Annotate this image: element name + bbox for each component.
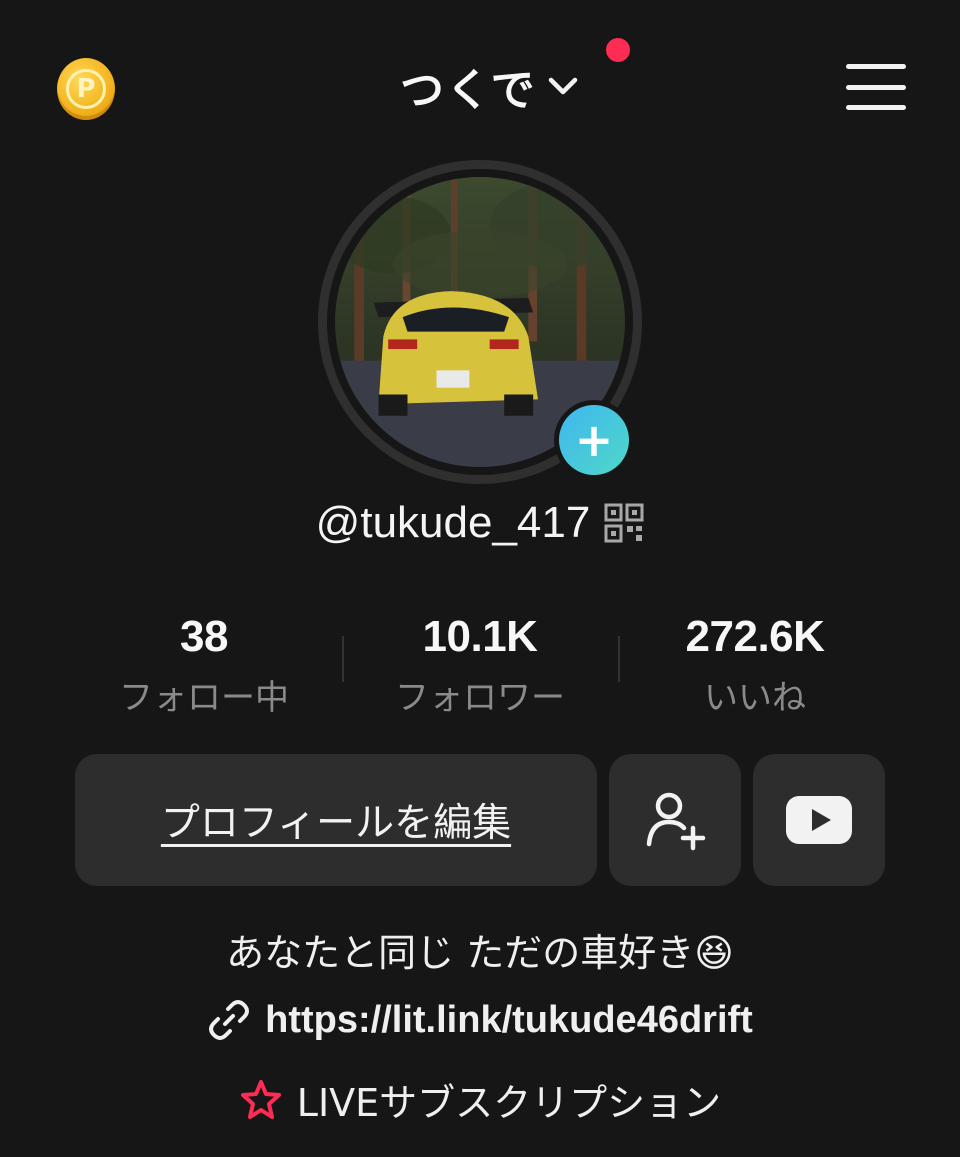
account-switcher[interactable]: つくで [400, 58, 581, 116]
account-name: つくで [400, 65, 537, 116]
bio-link-row[interactable]: https://lit.link/tukude46drift [0, 998, 960, 1042]
add-friend-icon [646, 792, 706, 851]
youtube-icon [786, 796, 852, 844]
likes-stat[interactable]: 272.6K いいね [625, 612, 885, 719]
qr-code-icon[interactable] [604, 503, 644, 543]
live-subscription-label: LIVEサブスクリプション [296, 1081, 722, 1125]
notification-dot [606, 38, 630, 62]
top-bar: P つくで [0, 0, 960, 170]
followers-count: 10.1K [422, 612, 538, 661]
edit-profile-label: プロフィールを編集 [160, 801, 512, 846]
likes-label: いいね [704, 678, 806, 718]
followers-label: フォロワー [395, 678, 565, 718]
add-story-button[interactable]: + [554, 400, 634, 480]
followers-stat[interactable]: 10.1K フォロワー [350, 612, 610, 719]
link-icon [209, 1000, 250, 1040]
youtube-button[interactable] [753, 754, 885, 886]
live-subscription-row[interactable]: LIVEサブスクリプション [0, 1072, 960, 1127]
divider [342, 636, 344, 682]
following-stat[interactable]: 38 フォロー中 [74, 612, 334, 719]
following-label: フォロー中 [119, 678, 289, 718]
username: @tukude_417 [315, 498, 591, 547]
add-friend-button[interactable] [609, 754, 741, 886]
following-count: 38 [180, 612, 228, 661]
chevron-down-icon [548, 77, 577, 95]
bio-link[interactable]: https://lit.link/tukude46drift [265, 999, 753, 1042]
live-subscription-icon [240, 1079, 281, 1119]
coin-icon[interactable]: P [57, 58, 115, 120]
likes-count: 272.6K [685, 612, 825, 661]
plus-icon: + [559, 405, 629, 475]
bio-text: あなたと同じ ただの車好き😆 [226, 931, 734, 975]
hamburger-menu-icon[interactable] [846, 64, 906, 110]
divider [618, 636, 620, 682]
username-row: @tukude_417 [0, 498, 960, 548]
profile-stats: 38 フォロー中 10.1K フォロワー 272.6K いいね [0, 612, 960, 722]
coin-letter: P [66, 69, 106, 109]
edit-profile-button[interactable]: プロフィールを編集 [75, 754, 597, 886]
